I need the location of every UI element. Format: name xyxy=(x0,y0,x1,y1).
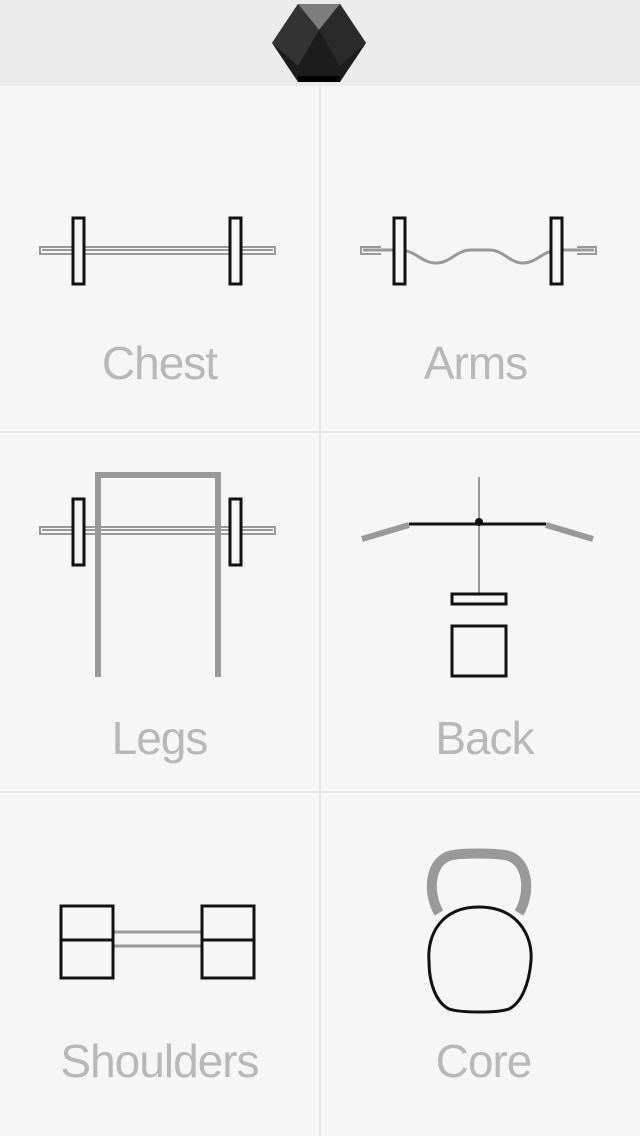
category-tile-chest[interactable]: Chest xyxy=(0,88,319,431)
category-label-shoulders: Shoulders xyxy=(60,1035,259,1087)
category-label-back: Back xyxy=(435,712,534,764)
hexagon-logo-icon[interactable] xyxy=(270,2,368,84)
category-label-legs: Legs xyxy=(111,712,209,764)
category-label-arms: Arms xyxy=(423,337,528,389)
category-tile-back[interactable]: Back xyxy=(321,433,640,791)
header-bar xyxy=(0,0,640,86)
category-tile-core[interactable]: Core xyxy=(321,793,640,1136)
category-tile-shoulders[interactable]: Shoulders xyxy=(0,793,319,1136)
category-label-core: Core xyxy=(435,1035,533,1087)
category-label-chest: Chest xyxy=(101,337,218,389)
category-tile-arms[interactable]: Arms xyxy=(321,88,640,431)
category-tile-legs[interactable]: Legs xyxy=(0,433,319,791)
